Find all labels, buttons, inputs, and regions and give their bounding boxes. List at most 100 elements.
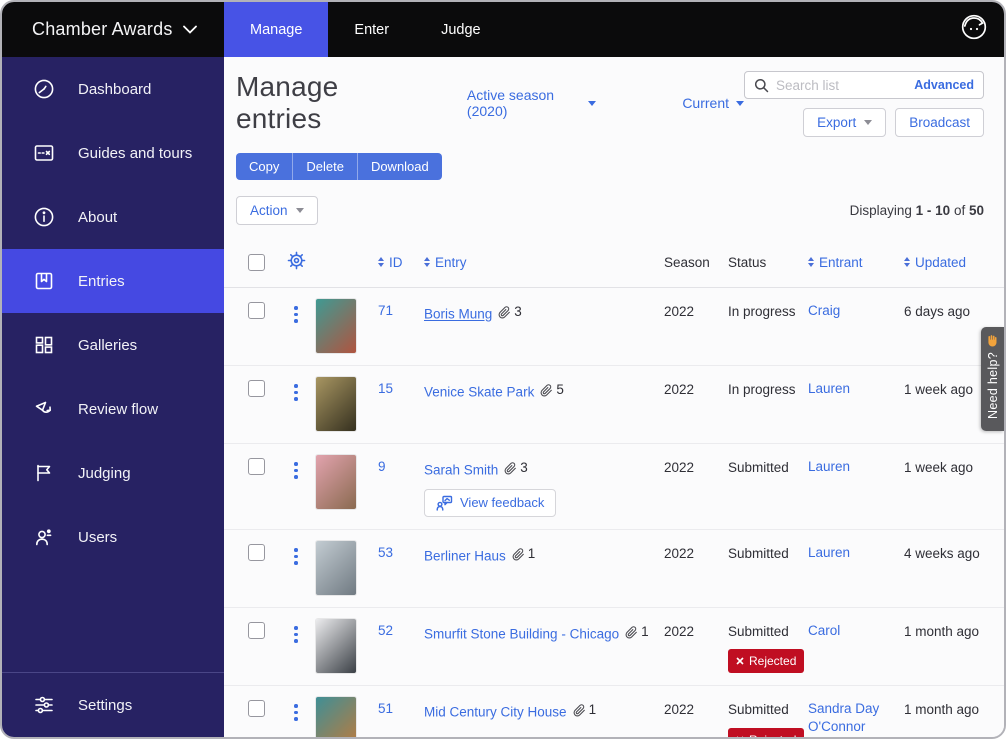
row-checkbox[interactable] xyxy=(247,458,265,475)
flag-icon xyxy=(32,461,56,485)
tab-manage[interactable]: Manage xyxy=(224,2,329,57)
sidebar-item-label: Judging xyxy=(78,464,131,482)
season-cell: 2022 xyxy=(664,624,695,640)
delete-button[interactable]: Delete xyxy=(293,153,358,180)
entrant-link[interactable]: Lauren xyxy=(808,459,850,474)
sidebar-item-about[interactable]: About xyxy=(2,185,224,249)
table-row: 51 Mid Century City House 1 2022 Submitte… xyxy=(224,686,1004,737)
status-cell: Submitted Rejected xyxy=(728,700,808,737)
status-cell: Submitted Rejected xyxy=(728,622,808,674)
chevron-down-icon xyxy=(736,100,744,106)
row-menu-kebab-icon[interactable] xyxy=(288,460,304,481)
need-help-label: Need help? xyxy=(985,352,1000,419)
row-checkbox[interactable] xyxy=(247,544,265,562)
entrant-link[interactable]: Sandra Day O'Connor xyxy=(808,701,879,734)
entrant-link[interactable]: Lauren xyxy=(808,381,850,396)
export-button[interactable]: Export xyxy=(803,108,887,137)
row-menu-kebab-icon[interactable] xyxy=(288,624,304,645)
row-checkbox[interactable] xyxy=(247,380,265,397)
action-dropdown-button[interactable]: Action xyxy=(236,196,318,225)
column-settings-gear-icon[interactable] xyxy=(287,251,306,275)
entries-table: ID Entry Season Status Entrant Updated 7… xyxy=(224,239,1004,737)
entry-id-link[interactable]: 51 xyxy=(378,701,393,716)
entry-thumbnail[interactable] xyxy=(316,697,356,737)
broadcast-button[interactable]: Broadcast xyxy=(895,108,984,137)
need-help-tab[interactable]: Need help? xyxy=(981,327,1004,431)
sidebar-item-judging[interactable]: Judging xyxy=(2,441,224,505)
table-row: 52 Smurfit Stone Building - Chicago 1 202… xyxy=(224,608,1004,687)
entrant-link[interactable]: Craig xyxy=(808,303,840,318)
entry-title-link[interactable]: Smurfit Stone Building - Chicago xyxy=(424,627,619,642)
dashboard-icon xyxy=(32,77,56,101)
entry-title-link[interactable]: Sarah Smith xyxy=(424,463,498,478)
table-header: ID Entry Season Status Entrant Updated xyxy=(224,239,1004,288)
chevron-down-icon xyxy=(864,120,873,125)
sidebar-item-review-flow[interactable]: Review flow xyxy=(2,377,224,441)
entry-thumbnail[interactable] xyxy=(316,377,356,431)
season-cell: 2022 xyxy=(664,460,695,475)
column-header-entry[interactable]: Entry xyxy=(424,255,664,270)
sidebar-item-dashboard[interactable]: Dashboard xyxy=(2,57,224,121)
select-all-checkbox[interactable] xyxy=(247,253,265,271)
map-icon xyxy=(32,141,56,165)
entrant-link[interactable]: Carol xyxy=(808,623,840,638)
entry-title-link[interactable]: Boris Mung xyxy=(424,307,492,322)
column-label: Updated xyxy=(915,254,967,270)
copy-button[interactable]: Copy xyxy=(236,153,294,180)
tab-judge-label: Judge xyxy=(441,21,481,38)
status-cell: Submitted xyxy=(728,546,789,562)
entry-thumbnail[interactable] xyxy=(316,455,356,509)
row-menu-kebab-icon[interactable] xyxy=(288,546,304,567)
row-checkbox[interactable] xyxy=(247,302,265,319)
entry-title-link[interactable]: Mid Century City House xyxy=(424,705,567,720)
top-bar: Chamber Awards Manage Enter Judge xyxy=(2,2,1004,57)
bookmark-icon xyxy=(32,269,56,293)
sidebar-item-entries[interactable]: Entries xyxy=(2,249,224,313)
row-checkbox[interactable] xyxy=(247,622,265,640)
advanced-search-link[interactable]: Advanced xyxy=(914,78,974,92)
search-input[interactable] xyxy=(776,77,908,93)
waving-hand-icon xyxy=(986,334,999,347)
row-checkbox[interactable] xyxy=(247,700,265,718)
entry-id-link[interactable]: 53 xyxy=(378,545,393,560)
galleries-grid-icon xyxy=(32,333,56,357)
sidebar-item-galleries[interactable]: Galleries xyxy=(2,313,224,377)
season-filter-dropdown[interactable]: Active season (2020) xyxy=(467,87,597,119)
row-menu-kebab-icon[interactable] xyxy=(288,382,304,403)
sidebar-item-label: Entries xyxy=(78,272,125,290)
current-filter-dropdown[interactable]: Current xyxy=(682,95,744,111)
entry-thumbnail[interactable] xyxy=(316,619,356,674)
app-switcher[interactable]: Chamber Awards xyxy=(2,2,224,57)
tab-enter[interactable]: Enter xyxy=(328,2,415,57)
column-header-id[interactable]: ID xyxy=(378,255,424,270)
entry-title-link[interactable]: Venice Skate Park xyxy=(424,385,534,400)
app-window: Chamber Awards Manage Enter Judge Dashbo… xyxy=(0,0,1006,739)
column-label: Entrant xyxy=(819,254,863,270)
column-header-updated[interactable]: Updated xyxy=(904,255,980,270)
download-button[interactable]: Download xyxy=(357,153,442,180)
entry-id-link[interactable]: 9 xyxy=(378,459,386,474)
account-avatar-icon[interactable] xyxy=(960,13,988,46)
entry-thumbnail[interactable] xyxy=(316,541,356,596)
top-nav: Manage Enter Judge xyxy=(224,2,507,57)
view-feedback-label: View feedback xyxy=(460,495,545,511)
attachment-count: 1 xyxy=(573,700,596,720)
row-menu-kebab-icon[interactable] xyxy=(288,702,304,723)
bulk-action-buttons: Copy Delete Download xyxy=(236,153,442,180)
search-icon xyxy=(754,78,769,93)
entrant-link[interactable]: Lauren xyxy=(808,545,850,560)
entry-id-link[interactable]: 15 xyxy=(378,381,393,396)
entry-id-link[interactable]: 71 xyxy=(378,303,393,318)
rejected-badge: Rejected xyxy=(728,727,805,737)
sidebar-item-guides[interactable]: Guides and tours xyxy=(2,121,224,185)
entry-id-link[interactable]: 52 xyxy=(378,623,393,638)
sidebar-item-users[interactable]: Users xyxy=(2,505,224,569)
sidebar-item-settings[interactable]: Settings xyxy=(2,673,224,737)
entry-thumbnail[interactable] xyxy=(316,299,356,353)
entry-title-link[interactable]: Berliner Haus xyxy=(424,549,506,564)
attachment-count: 3 xyxy=(504,458,528,478)
row-menu-kebab-icon[interactable] xyxy=(288,304,304,325)
column-header-entrant[interactable]: Entrant xyxy=(808,255,904,270)
tab-judge[interactable]: Judge xyxy=(415,2,507,57)
view-feedback-button[interactable]: View feedback xyxy=(424,488,557,517)
